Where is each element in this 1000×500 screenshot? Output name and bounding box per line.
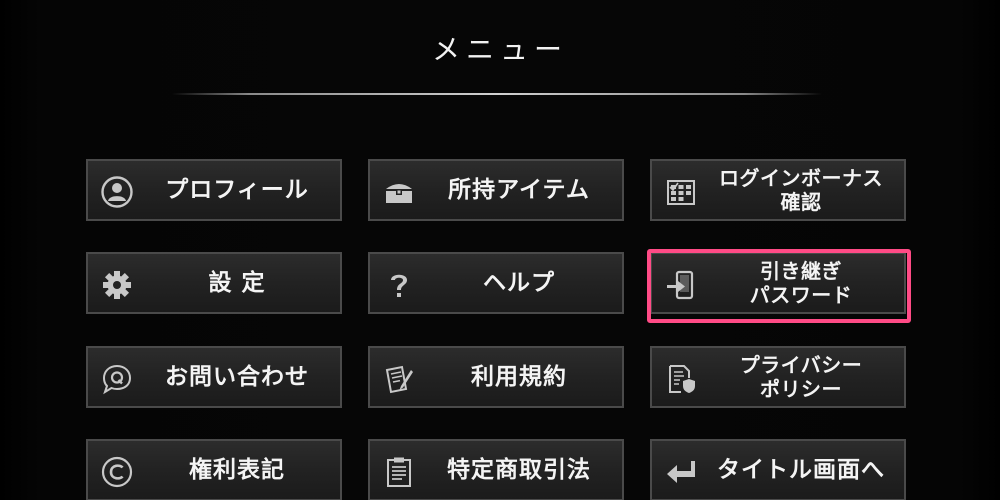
page-title: メニュー — [431, 33, 568, 66]
copyright-icon — [100, 455, 134, 489]
transfer-password-label: 引き継ぎ パスワード — [749, 259, 853, 307]
menu-screen: メニュー プロフィール 所持アイテム ログインボーナス 確認 設 定 ヘルプ 引… — [0, 0, 1000, 500]
terms-button[interactable]: 利用規約 — [368, 346, 624, 408]
copyright-button[interactable]: 権利表記 — [86, 439, 342, 500]
help-button[interactable]: ヘルプ — [368, 252, 624, 314]
question-mark-icon — [382, 268, 416, 302]
terms-label: 利用規約 — [471, 364, 567, 390]
calendar-icon — [664, 175, 698, 209]
title-divider — [172, 93, 822, 95]
return-arrow-icon — [664, 455, 698, 489]
q-bubble-icon — [100, 362, 134, 396]
items-label: 所持アイテム — [448, 177, 590, 203]
gear-icon — [100, 268, 134, 302]
help-label: ヘルプ — [483, 270, 555, 296]
transfer-password-button[interactable]: 引き継ぎ パスワード — [650, 252, 906, 314]
login-bonus-label: ログインボーナス 確認 — [719, 166, 883, 214]
to-title-label: タイトル画面へ — [717, 457, 885, 483]
phone-transfer-icon — [664, 268, 698, 302]
profile-button[interactable]: プロフィール — [86, 159, 342, 221]
document-shield-icon — [664, 362, 698, 396]
commercial-law-label: 特定商取引法 — [447, 457, 591, 483]
login-bonus-button[interactable]: ログインボーナス 確認 — [650, 159, 906, 221]
treasure-chest-icon — [382, 175, 416, 209]
commercial-law-button[interactable]: 特定商取引法 — [368, 439, 624, 500]
contact-label: お問い合わせ — [165, 364, 309, 390]
items-button[interactable]: 所持アイテム — [368, 159, 624, 221]
settings-button[interactable]: 設 定 — [86, 252, 342, 314]
privacy-label: プライバシー ポリシー — [739, 353, 863, 401]
contact-button[interactable]: お問い合わせ — [86, 346, 342, 408]
settings-label: 設 定 — [208, 270, 266, 296]
profile-label: プロフィール — [165, 177, 309, 203]
document-pen-icon — [382, 362, 416, 396]
clipboard-icon — [382, 455, 416, 489]
to-title-button[interactable]: タイトル画面へ — [650, 439, 906, 500]
privacy-button[interactable]: プライバシー ポリシー — [650, 346, 906, 408]
user-circle-icon — [100, 175, 134, 209]
copyright-label: 権利表記 — [189, 457, 285, 483]
